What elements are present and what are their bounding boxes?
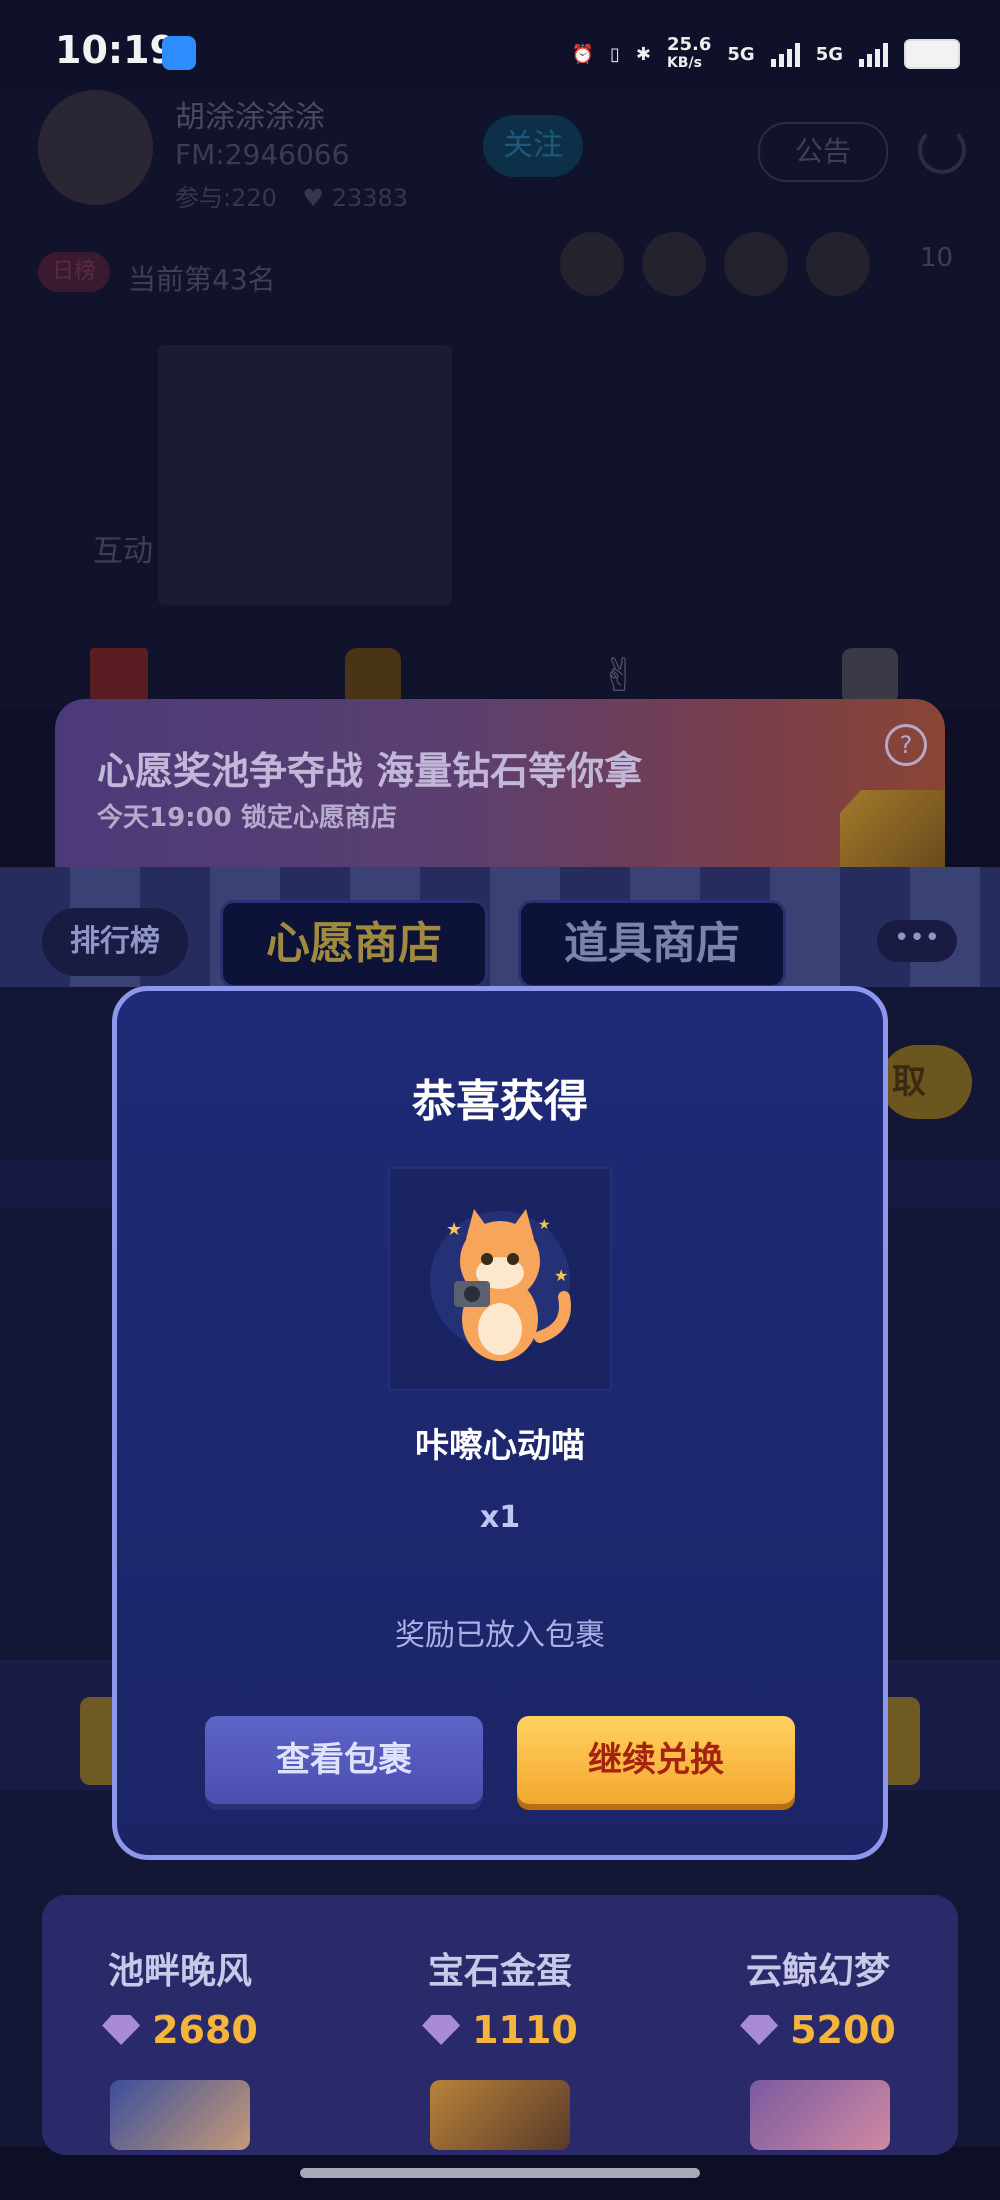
diamond-icon	[422, 2015, 461, 2045]
status-right: ⏰ ▯ ✱ 25.6 KB/s 5G 5G	[572, 32, 960, 76]
signal-icon-1	[770, 41, 800, 67]
side-action-button[interactable]: 取	[880, 1045, 972, 1119]
price-value: 1110	[472, 2008, 578, 2052]
red-envelope-icon[interactable]	[90, 648, 148, 700]
fan-avatar[interactable]	[806, 232, 870, 296]
room-fm-id: FM:2946066	[175, 138, 350, 171]
bell-icon[interactable]	[345, 648, 401, 702]
rank-text: 当前第43名	[128, 263, 276, 296]
more-icon[interactable]: •••	[877, 920, 957, 962]
host-avatar[interactable]	[38, 90, 153, 205]
interact-label: 互动	[93, 534, 153, 569]
svg-text:★: ★	[538, 1217, 551, 1233]
item-name: 宝石金蛋	[427, 1951, 572, 1992]
alarm-icon: ⏰	[571, 43, 594, 65]
hand-gesture-icon[interactable]: ✌	[600, 648, 655, 702]
price-value: 2680	[152, 2008, 258, 2052]
banner-title: 心愿奖池争夺战 海量钻石等你拿	[97, 749, 643, 793]
diamond-icon	[740, 2015, 779, 2045]
view-backpack-button[interactable]: 查看包裹	[205, 1716, 483, 1804]
dice-icon[interactable]	[842, 648, 898, 704]
tab-prop-shop[interactable]: 道具商店	[518, 900, 786, 988]
item-thumbnail[interactable]	[110, 2080, 250, 2150]
help-icon[interactable]: ?	[885, 724, 927, 766]
banner-subtitle: 今天19:00 锁定心愿商店	[97, 803, 397, 833]
gem-icon	[840, 790, 945, 867]
reward-name: 咔嚓心动喵	[415, 1426, 585, 1466]
status-time: 10:19	[55, 28, 176, 72]
shop-item[interactable]: 宝石金蛋 1110	[350, 1942, 650, 2052]
daily-rank-tag[interactable]: 日榜	[38, 252, 110, 292]
bluetooth-icon: ✱	[635, 43, 651, 65]
item-price: 5200	[668, 2008, 968, 2052]
floating-card	[158, 345, 452, 605]
participants-count: 参与:220	[175, 184, 277, 212]
continue-exchange-button[interactable]: 继续兑换	[517, 1716, 795, 1804]
vibrate-icon: ▯	[609, 43, 620, 65]
fan-avatar[interactable]	[642, 232, 706, 296]
svg-text:★: ★	[554, 1266, 568, 1285]
tab-leaderboard[interactable]: 排行榜	[42, 908, 188, 976]
item-price: 1110	[350, 2008, 650, 2052]
net-speed-value: 25.6	[666, 34, 712, 55]
reward-quantity: x1	[479, 1500, 521, 1535]
home-indicator[interactable]	[300, 2168, 700, 2178]
likes-count: 23383	[331, 184, 409, 212]
fan-avatar[interactable]	[724, 232, 788, 296]
cat-icon: ★ ★ ★	[430, 1209, 571, 1361]
host-name: 胡涂涂涂涂	[175, 100, 325, 135]
battery-icon	[904, 39, 960, 69]
heart-icon: ♥	[302, 184, 325, 212]
diamond-icon	[102, 2015, 141, 2045]
reward-note: 奖励已放入包裹	[395, 1618, 605, 1653]
notice-button[interactable]: 公告	[758, 122, 888, 182]
modal-title: 恭喜获得	[412, 1076, 588, 1127]
svg-text:★: ★	[446, 1219, 462, 1240]
room-background	[0, 90, 1000, 710]
signal-icon-2	[859, 41, 888, 67]
item-name: 池畔晚风	[107, 1951, 252, 1992]
net-speed-unit: KB/s	[666, 55, 702, 71]
price-value: 5200	[790, 2008, 896, 2052]
item-thumbnail[interactable]	[750, 2080, 890, 2150]
item-thumbnail[interactable]	[430, 2080, 570, 2150]
shop-item[interactable]: 云鲸幻梦 5200	[668, 1942, 968, 2052]
app-notification-icon	[162, 36, 196, 70]
fan-count[interactable]: 10	[920, 243, 953, 273]
tab-wish-shop[interactable]: 心愿商店	[220, 900, 488, 988]
sim2-label: 5G	[815, 43, 843, 65]
follow-button[interactable]: 关注	[483, 115, 583, 177]
power-icon[interactable]	[918, 126, 966, 174]
item-price: 2680	[30, 2008, 330, 2052]
fan-avatars	[560, 232, 870, 296]
room-stats: 参与:220 ♥ 23383	[175, 178, 408, 213]
sim1-label: 5G	[727, 43, 755, 65]
net-speed: 25.6 KB/s	[667, 36, 711, 72]
item-name: 云鲸幻梦	[745, 1951, 890, 1992]
fan-avatar[interactable]	[560, 232, 624, 296]
shop-item[interactable]: 池畔晚风 2680	[30, 1942, 330, 2052]
reward-image: ★ ★ ★	[388, 1167, 612, 1391]
